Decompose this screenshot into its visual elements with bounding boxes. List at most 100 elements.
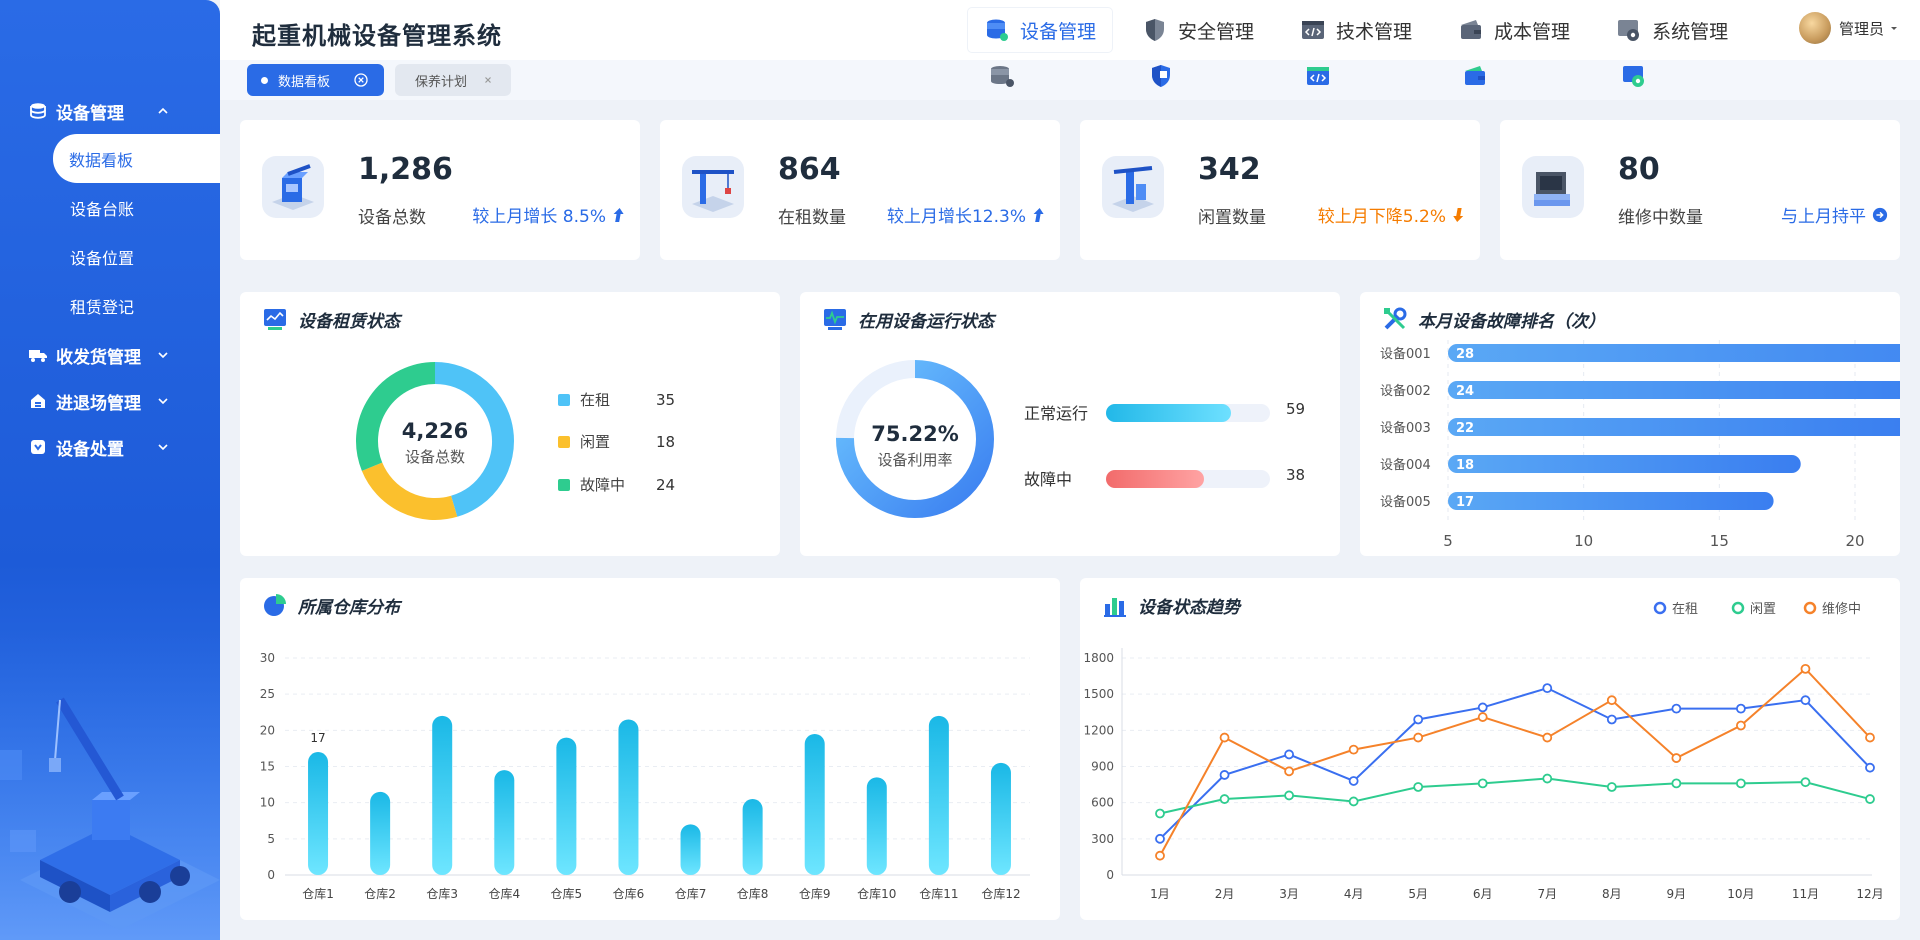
- bar-value-label: 18: [1456, 458, 1474, 473]
- warehouse-panel: 所属仓库分布 0 5 10 15 20 25 30 仓库1 仓库2 仓库3 仓库4 仓库5 仓库6 仓库7…: [240, 578, 1060, 920]
- nav-label: 安全管理: [1178, 20, 1255, 43]
- legend-label: 在租: [580, 391, 611, 409]
- panel-title: 在用设备运行状态: [822, 306, 994, 332]
- sidebar-item-location[interactable]: 设备位置: [0, 232, 220, 281]
- bar-value-label: 17: [1456, 495, 1474, 510]
- status-value: 38: [1286, 466, 1306, 484]
- close-icon[interactable]: [354, 73, 368, 87]
- repair-device-icon: [1522, 156, 1584, 218]
- wallet-icon[interactable]: [1462, 64, 1490, 90]
- sidebar-item-ledger[interactable]: 设备台账: [0, 183, 220, 232]
- nav-label: 成本管理: [1494, 20, 1571, 43]
- warehouse-bar: [308, 752, 329, 875]
- stat-card-repair: 80 维修中数量 与上月持平: [1500, 120, 1900, 260]
- panel-title: 设备租赁状态: [262, 306, 400, 332]
- x-category-label: 仓库2: [364, 886, 396, 901]
- x-category-label: 仓库5: [551, 886, 583, 901]
- sidebar-group-equipment[interactable]: 设备管理: [0, 88, 220, 134]
- tab-maintenance-plan[interactable]: 保养计划: [395, 64, 511, 96]
- crane-machine-icon: [262, 156, 324, 218]
- y-category-label: 设备003: [1380, 420, 1431, 436]
- warehouse-bar: [432, 715, 453, 875]
- sidebar-item-dashboard[interactable]: 数据看板: [53, 134, 220, 183]
- code-icon[interactable]: [1305, 64, 1333, 90]
- fault-bar: [1448, 381, 1900, 399]
- stat-label: 在租数量: [778, 208, 846, 228]
- sidebar-group-label: 进退场管理: [56, 393, 141, 414]
- warehouse-bar: [494, 770, 515, 875]
- running-status-panel: 在用设备运行状态 75.22% 设备利用率 正常运行 59 故障中 38: [800, 292, 1340, 556]
- bar-value-label: 24: [1456, 384, 1474, 399]
- app-title: 起重机械设备管理系统: [252, 22, 502, 50]
- bar-value-label: 22: [1456, 421, 1474, 436]
- x-tick-label: 5月: [1408, 887, 1428, 901]
- y-tick-label: 1800: [1083, 651, 1114, 665]
- arrow-right-icon: [1872, 207, 1888, 222]
- trend-point: [1736, 778, 1746, 789]
- legend-marker: [1731, 601, 1745, 615]
- x-tick-label: 2月: [1215, 887, 1235, 901]
- y-category-label: 设备005: [1380, 494, 1431, 510]
- x-tick-label: 10月: [1727, 887, 1754, 901]
- y-category-label: 设备004: [1380, 457, 1431, 473]
- stat-value: 864: [778, 152, 841, 187]
- active-dot: [261, 76, 268, 84]
- x-tick-label: 6月: [1473, 887, 1493, 901]
- sidebar-group-disposal[interactable]: 设备处置: [0, 424, 220, 470]
- trend-point: [1284, 766, 1294, 777]
- legend-value: 18: [656, 432, 676, 451]
- stat-card-total: 1,286 设备总数 较上月增长 8.5%: [240, 120, 640, 260]
- nav-tech[interactable]: 技术管理: [1284, 8, 1428, 52]
- trend-point: [1542, 732, 1553, 743]
- sidebar-item-rental[interactable]: 租赁登记: [0, 281, 220, 330]
- settings-icon[interactable]: [1621, 64, 1649, 90]
- caret-down-icon: [1891, 27, 1897, 30]
- monitor-pulse-icon: [824, 309, 846, 330]
- sidebar-group-site[interactable]: 进退场管理: [0, 378, 220, 424]
- y-category-label: 设备002: [1380, 383, 1431, 399]
- nav-label: 系统管理: [1652, 20, 1729, 43]
- trend-text: 较上月增长12.3%: [886, 207, 1026, 227]
- arrow-up-icon: [613, 207, 624, 222]
- y-category-label: 设备001: [1380, 346, 1431, 362]
- x-category-label: 仓库8: [737, 886, 769, 901]
- sidebar-group-shipping[interactable]: 收发货管理: [0, 332, 220, 378]
- stat-card-rented: 864 在租数量 较上月增长12.3%: [660, 120, 1060, 260]
- chevron-down-icon: [158, 398, 168, 405]
- tabs-row: 数据看板 保养计划: [220, 60, 1920, 100]
- trend-point: [1671, 778, 1682, 789]
- trend-line: [1159, 687, 1871, 840]
- nav-safety[interactable]: 安全管理: [1126, 8, 1270, 52]
- trend-panel: 设备状态趋势 0 300 600 900 1200 1500 1800 1月 2月 3月 4月 5月 6…: [1080, 578, 1900, 920]
- x-tick-label: 20: [1845, 532, 1864, 550]
- user-menu[interactable]: 管理员: [1798, 12, 1900, 44]
- trend-point: [1736, 703, 1746, 714]
- stat-trend: 较上月增长12.3%: [887, 202, 1048, 227]
- status-row-fault: 故障中 38: [1024, 466, 1324, 490]
- y-tick-label: 20: [260, 723, 275, 737]
- warehouse-bar-chart: 0 5 10 15 20 25 30 仓库1 仓库2 仓库3 仓库4 仓库5 仓库6 仓库7 仓库8 仓库9 仓…: [260, 651, 1030, 901]
- shield-icon[interactable]: [1148, 64, 1176, 90]
- status-bar-track: [1106, 404, 1270, 422]
- legend-fault: 故障中 24: [558, 474, 698, 495]
- nav-equipment[interactable]: 设备管理: [968, 8, 1113, 52]
- close-icon[interactable]: [481, 73, 495, 87]
- nav-cost[interactable]: 成本管理: [1442, 8, 1586, 52]
- x-tick-label: 12月: [1856, 887, 1883, 901]
- wallet-icon: [1461, 20, 1482, 39]
- x-tick-label: 4月: [1344, 887, 1364, 901]
- x-category-label: 仓库6: [613, 886, 645, 901]
- tab-dashboard[interactable]: 数据看板: [247, 64, 384, 96]
- trend-point: [1219, 732, 1230, 743]
- stat-value: 342: [1198, 152, 1261, 187]
- x-category-label: 仓库12: [981, 886, 1020, 901]
- sidebar-group-label: 设备处置: [56, 439, 124, 460]
- trend-point: [1800, 777, 1811, 788]
- trend-point: [1865, 732, 1875, 743]
- x-tick-label: 8月: [1602, 887, 1622, 901]
- tab-label: 数据看板: [278, 74, 331, 90]
- trend-point: [1671, 753, 1682, 763]
- x-tick-label: 11月: [1792, 887, 1819, 901]
- database-icon[interactable]: [988, 64, 1016, 90]
- nav-system[interactable]: 系统管理: [1600, 8, 1744, 52]
